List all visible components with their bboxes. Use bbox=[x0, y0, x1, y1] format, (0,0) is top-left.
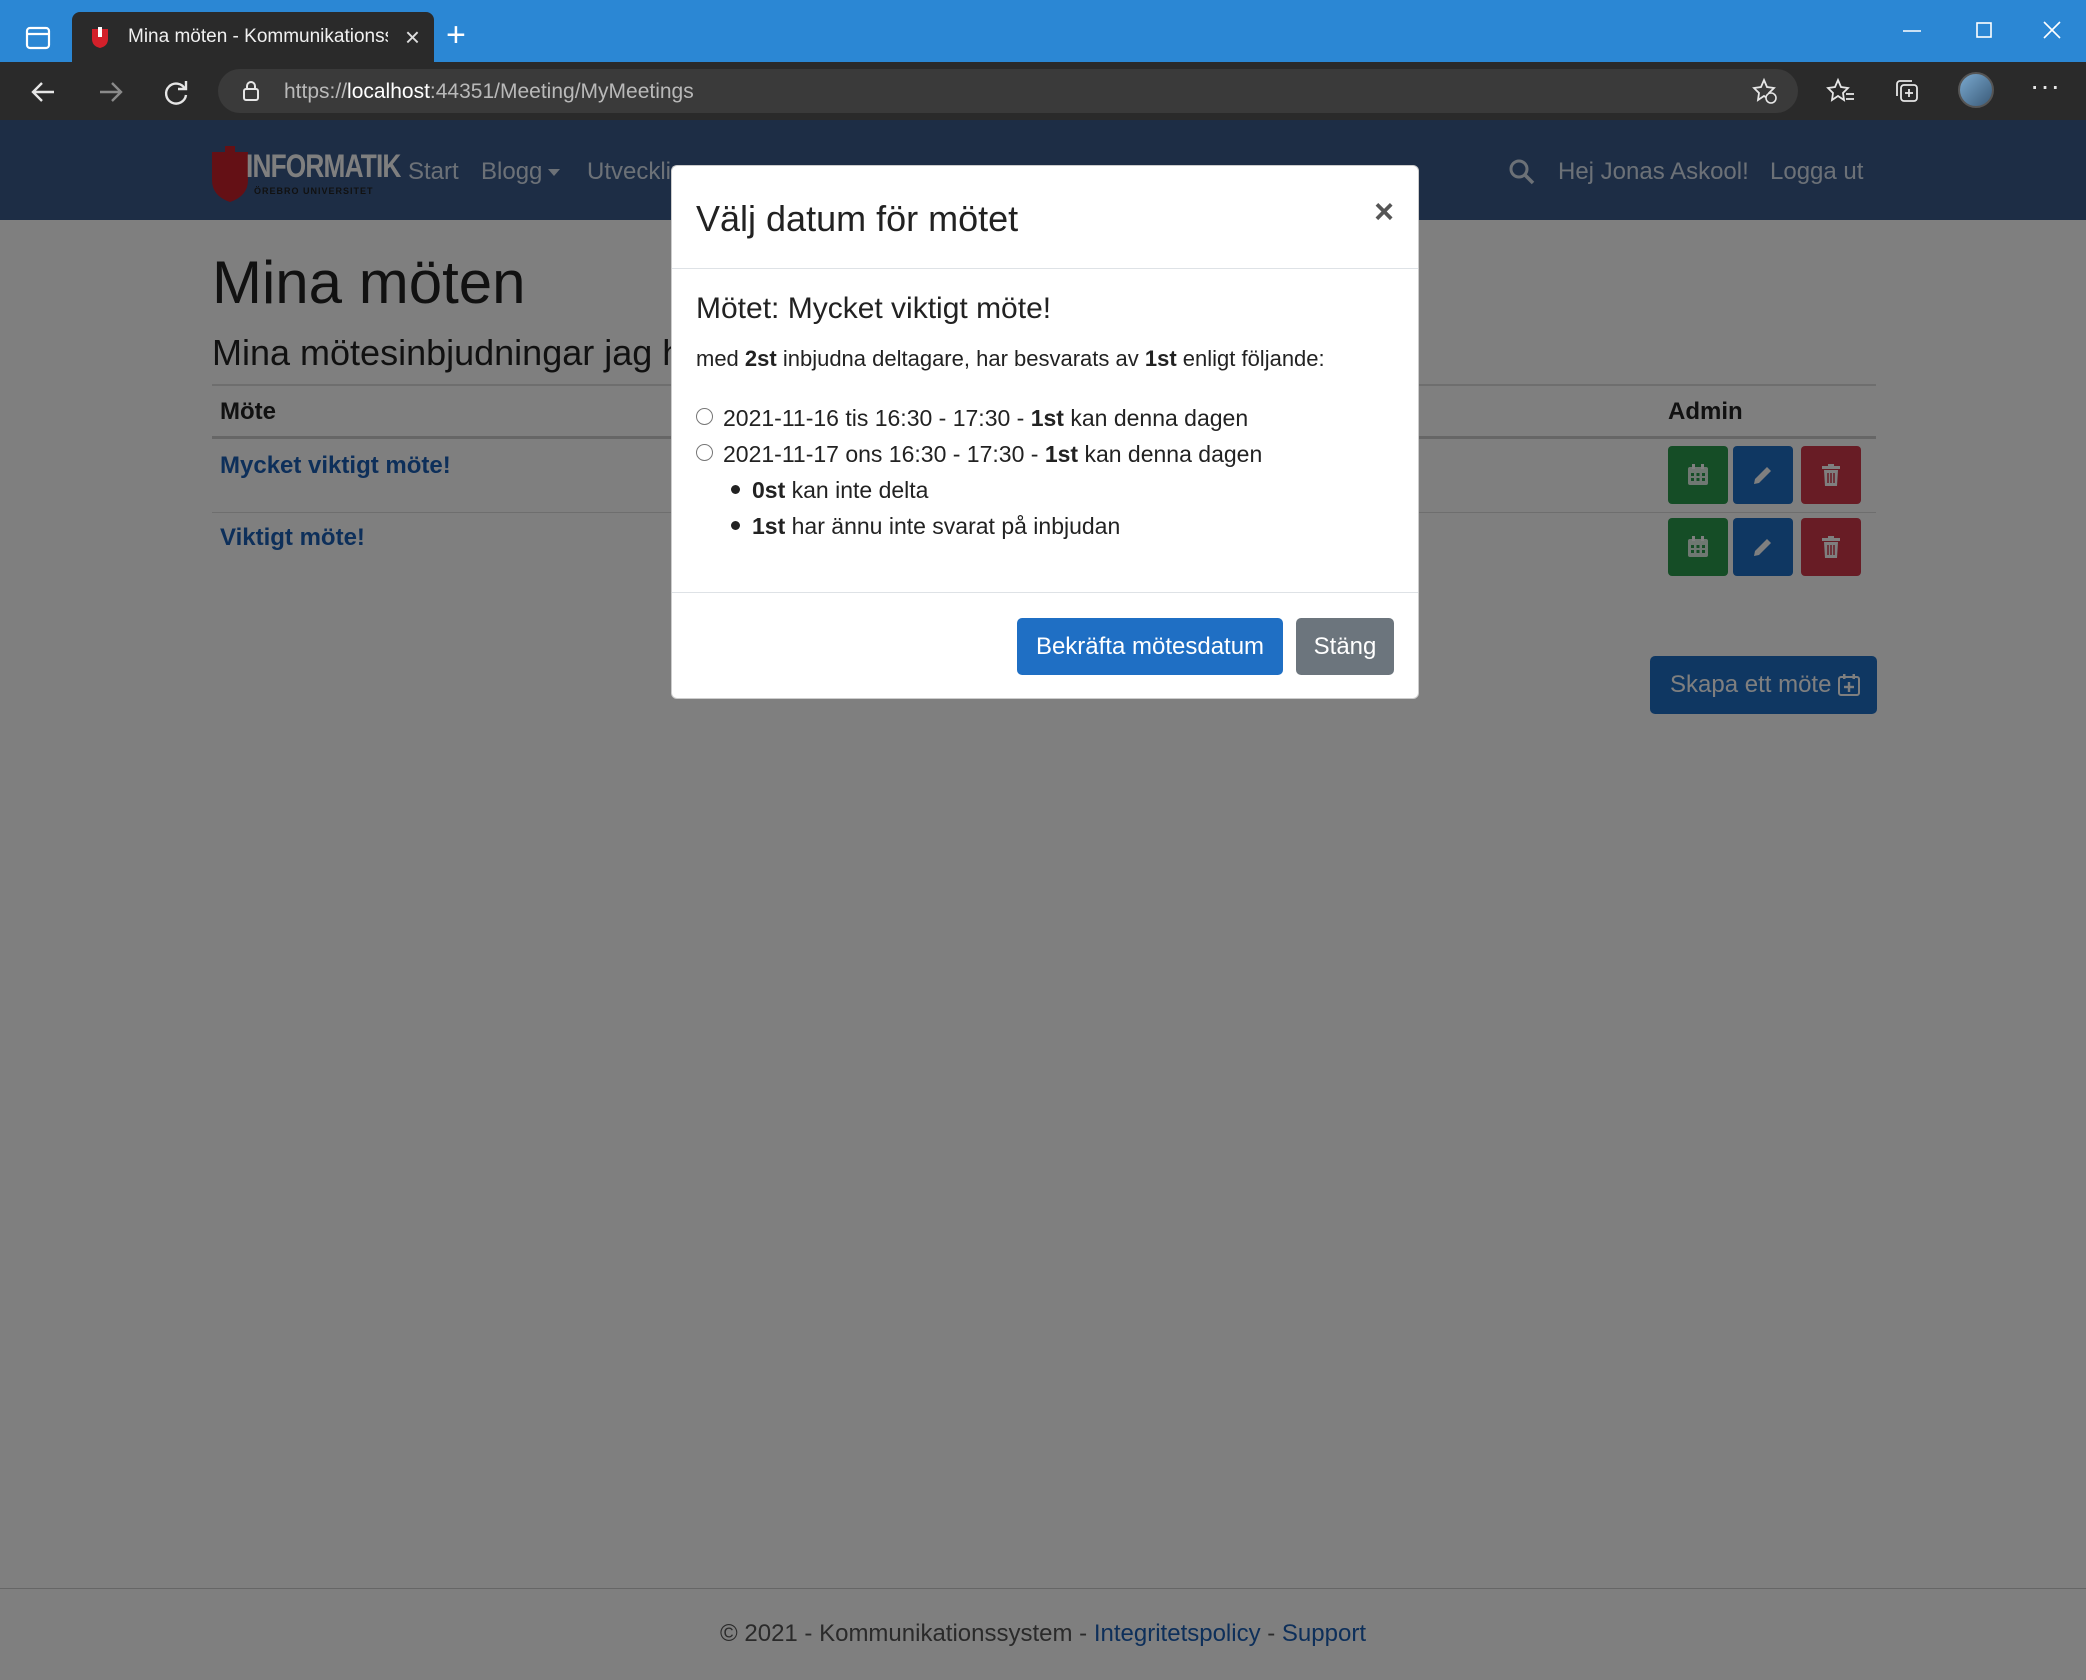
window-close-icon[interactable] bbox=[2040, 18, 2064, 42]
add-favorite-icon[interactable] bbox=[1750, 77, 1778, 105]
modal-close-icon[interactable]: × bbox=[1374, 192, 1394, 232]
response-summary: med 2st inbjudna deltagare, har besvarat… bbox=[696, 346, 1325, 371]
date-option-radio[interactable] bbox=[696, 444, 713, 461]
back-icon[interactable] bbox=[24, 72, 64, 112]
tab-title: Mina möten - Kommunikationssystem bbox=[128, 26, 388, 47]
response-bullet: 0st kan inte delta bbox=[731, 477, 928, 504]
browser-tab[interactable]: Mina möten - Kommunikationssystem × bbox=[72, 12, 434, 62]
collections-icon[interactable] bbox=[1892, 76, 1922, 106]
refresh-icon[interactable] bbox=[156, 72, 196, 112]
favorites-icon[interactable] bbox=[1826, 76, 1856, 106]
favicon-icon bbox=[92, 27, 108, 48]
response-bullet: 1st har ännu inte svarat på inbjudan bbox=[731, 513, 1120, 540]
lock-icon[interactable] bbox=[240, 80, 262, 102]
date-option[interactable]: 2021-11-17 ons 16:30 - 17:30 - 1st kan d… bbox=[696, 441, 1262, 468]
more-options-icon[interactable]: ··· bbox=[2030, 70, 2061, 102]
date-option[interactable]: 2021-11-16 tis 16:30 - 17:30 - 1st kan d… bbox=[696, 405, 1248, 432]
modal-footer-divider bbox=[672, 592, 1418, 593]
confirm-date-button[interactable]: Bekräfta mötesdatum bbox=[1017, 618, 1283, 675]
modal-title: Välj datum för mötet bbox=[696, 198, 1019, 239]
profile-avatar[interactable] bbox=[1958, 72, 1994, 108]
browser-titlebar: Mina möten - Kommunikationssystem × + bbox=[0, 0, 2086, 62]
choose-date-modal: Välj datum för mötet × Mötet: Mycket vik… bbox=[671, 165, 1419, 699]
modal-header: Välj datum för mötet × bbox=[672, 166, 1418, 269]
sidebar-toggle-icon[interactable] bbox=[22, 22, 54, 54]
forward-icon[interactable] bbox=[90, 72, 130, 112]
tab-close-icon[interactable]: × bbox=[405, 22, 420, 52]
meeting-title: Mötet: Mycket viktigt möte! bbox=[696, 292, 1052, 325]
new-tab-icon[interactable]: + bbox=[446, 18, 466, 52]
maximize-icon[interactable] bbox=[1972, 18, 1996, 42]
address-bar-row: https://localhost:44351/Meeting/MyMeetin… bbox=[0, 62, 2086, 120]
address-field[interactable]: https://localhost:44351/Meeting/MyMeetin… bbox=[218, 69, 1798, 113]
date-option-radio[interactable] bbox=[696, 408, 713, 425]
minimize-icon[interactable] bbox=[1900, 18, 1924, 42]
close-button[interactable]: Stäng bbox=[1296, 618, 1394, 675]
url-text: https://localhost:44351/Meeting/MyMeetin… bbox=[284, 80, 694, 103]
